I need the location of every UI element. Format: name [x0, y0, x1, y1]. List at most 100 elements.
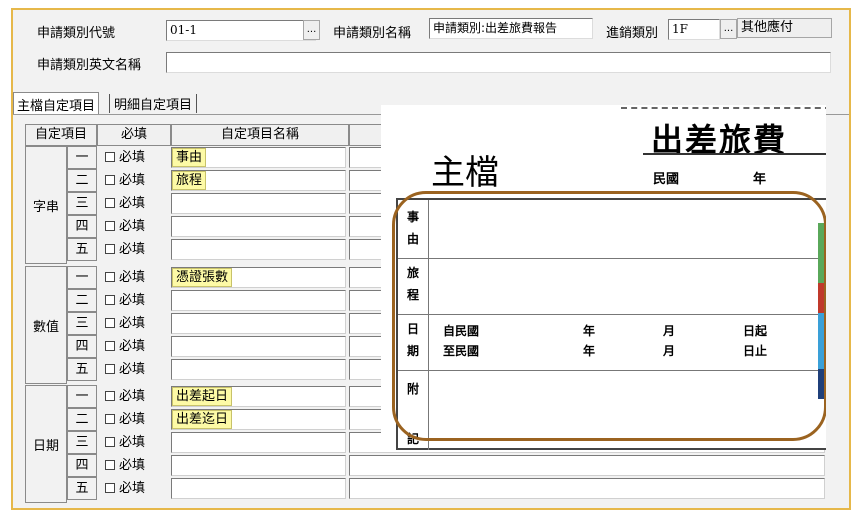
sales-type-label: 進銷類別 [606, 26, 659, 41]
required-label: 必填 [119, 293, 146, 308]
required-label: 必填 [119, 173, 146, 188]
row-number: 五 [67, 477, 97, 500]
required-checkbox[interactable]: 必填 [105, 215, 145, 238]
row-number: 一 [67, 146, 97, 169]
row-number: 二 [67, 169, 97, 192]
item-name-input[interactable] [171, 290, 346, 311]
required-checkbox[interactable]: 必填 [105, 358, 145, 381]
checkbox-box[interactable] [105, 460, 115, 470]
required-checkbox[interactable]: 必填 [105, 477, 145, 500]
checkbox-box[interactable] [105, 341, 115, 351]
item-extra-input[interactable] [349, 478, 825, 499]
required-label: 必填 [119, 435, 146, 450]
row-number: 一 [67, 266, 97, 289]
tab-master-custom[interactable]: 主檔自定項目 [13, 92, 100, 114]
required-label: 必填 [119, 196, 146, 211]
required-checkbox[interactable]: 必填 [105, 312, 145, 335]
year-unit: 年 [753, 172, 767, 187]
sales-type-input[interactable]: 1F [668, 19, 720, 40]
item-name-value: 旅程 [172, 171, 207, 190]
row-number: 二 [67, 408, 97, 431]
group-date: 日期 [25, 385, 67, 503]
row-number: 三 [67, 312, 97, 335]
column-header-required: 必填 [97, 124, 171, 146]
item-name-input[interactable] [171, 359, 346, 380]
row-number: 三 [67, 431, 97, 454]
column-header-name: 自定項目名稱 [171, 124, 349, 146]
item-name-input[interactable] [171, 216, 346, 237]
checkbox-box[interactable] [105, 295, 115, 305]
required-label: 必填 [119, 242, 146, 257]
row-number: 四 [67, 454, 97, 477]
required-label: 必填 [119, 219, 146, 234]
item-name-input[interactable]: 旅程 [171, 170, 346, 191]
highlight-rounded-frame [392, 191, 826, 441]
checkbox-box[interactable] [105, 414, 115, 424]
english-name-label: 申請類別英文名稱 [37, 58, 142, 73]
required-label: 必填 [119, 339, 146, 354]
required-label: 必填 [119, 458, 146, 473]
checkbox-box[interactable] [105, 175, 115, 185]
checkbox-box[interactable] [105, 364, 115, 374]
row-number: 五 [67, 358, 97, 381]
item-extra-input[interactable] [349, 455, 825, 476]
row-number: 五 [67, 238, 97, 261]
required-checkbox[interactable]: 必填 [105, 169, 145, 192]
required-label: 必填 [119, 316, 146, 331]
item-name-value: 出差起日 [172, 387, 233, 406]
required-checkbox[interactable]: 必填 [105, 408, 145, 431]
type-name-input[interactable]: 申請類別:出差旅費報告 [429, 18, 593, 39]
required-checkbox[interactable]: 必填 [105, 454, 145, 477]
row-number: 四 [67, 215, 97, 238]
tab-detail-custom[interactable]: 明細自定項目 [109, 94, 198, 113]
item-name-value: 憑證張數 [172, 268, 233, 287]
required-label: 必填 [119, 362, 146, 377]
type-code-label: 申請類別代號 [37, 26, 116, 41]
item-name-input[interactable] [171, 478, 346, 499]
item-name-input[interactable]: 出差起日 [171, 386, 346, 407]
required-label: 必填 [119, 270, 146, 285]
required-label: 必填 [119, 150, 146, 165]
row-number: 一 [67, 385, 97, 408]
required-checkbox[interactable]: 必填 [105, 335, 145, 358]
group-number: 數值 [25, 266, 67, 384]
checkbox-box[interactable] [105, 483, 115, 493]
group-string: 字串 [25, 146, 67, 264]
item-name-input[interactable] [171, 239, 346, 260]
required-checkbox[interactable]: 必填 [105, 146, 145, 169]
item-name-input[interactable]: 憑證張數 [171, 267, 346, 288]
item-name-input[interactable]: 事由 [171, 147, 346, 168]
item-name-input[interactable] [171, 455, 346, 476]
required-label: 必填 [119, 389, 146, 404]
english-name-input[interactable] [166, 52, 831, 73]
type-code-lookup-button[interactable]: ... [303, 20, 320, 40]
item-name-value: 出差迄日 [172, 410, 233, 429]
required-checkbox[interactable]: 必填 [105, 192, 145, 215]
checkbox-box[interactable] [105, 244, 115, 254]
type-code-input[interactable]: 01-1 [166, 20, 316, 41]
item-name-input[interactable] [171, 193, 346, 214]
checkbox-box[interactable] [105, 198, 115, 208]
required-checkbox[interactable]: 必填 [105, 266, 145, 289]
row-number: 四 [67, 335, 97, 358]
checkbox-box[interactable] [105, 318, 115, 328]
required-checkbox[interactable]: 必填 [105, 289, 145, 312]
column-header-item: 自定項目 [25, 124, 97, 146]
type-name-label: 申請類別名稱 [333, 26, 412, 41]
checkbox-box[interactable] [105, 152, 115, 162]
checkbox-box[interactable] [105, 391, 115, 401]
checkbox-box[interactable] [105, 221, 115, 231]
item-name-input[interactable] [171, 336, 346, 357]
required-checkbox[interactable]: 必填 [105, 431, 145, 454]
required-checkbox[interactable]: 必填 [105, 385, 145, 408]
item-name-input[interactable] [171, 313, 346, 334]
required-label: 必填 [119, 481, 146, 496]
item-name-value: 事由 [172, 148, 207, 167]
required-checkbox[interactable]: 必填 [105, 238, 145, 261]
checkbox-box[interactable] [105, 437, 115, 447]
sales-type-lookup-button[interactable]: ... [720, 19, 737, 39]
checkbox-box[interactable] [105, 272, 115, 282]
item-name-input[interactable]: 出差迄日 [171, 409, 346, 430]
group-string-label: 字串 [32, 199, 59, 215]
item-name-input[interactable] [171, 432, 346, 453]
